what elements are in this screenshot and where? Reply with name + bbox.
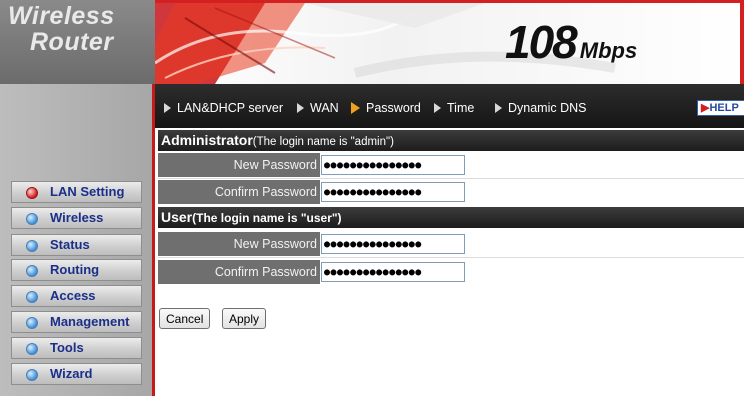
user-section-header: User(The login name is "user") bbox=[158, 207, 744, 228]
banner-graphic bbox=[155, 3, 744, 84]
sidebar-item-label: Access bbox=[50, 288, 96, 303]
sidebar: LAN Setting Wireless Status Routing Acce… bbox=[0, 84, 155, 396]
brand-line2: Router bbox=[30, 28, 114, 56]
sidebar-item-wireless[interactable]: Wireless bbox=[11, 207, 142, 229]
admin-confirm-password-label: Confirm Password bbox=[158, 180, 320, 204]
arrow-icon bbox=[164, 102, 171, 113]
nav-label: Time bbox=[447, 101, 475, 115]
sidebar-item-label: Wizard bbox=[50, 366, 93, 381]
sidebar-item-label: Tools bbox=[50, 340, 84, 355]
sidebar-item-wizard[interactable]: Wizard bbox=[11, 363, 142, 385]
row-divider bbox=[158, 257, 744, 258]
sidebar-item-lan-setting[interactable]: LAN Setting bbox=[11, 181, 142, 203]
admin-new-password-label: New Password bbox=[158, 153, 320, 177]
sidebar-item-label: LAN Setting bbox=[50, 184, 125, 199]
bullet-icon bbox=[26, 187, 38, 199]
main-content: Administrator(The login name is "admin")… bbox=[155, 128, 744, 396]
help-label: HELP bbox=[709, 102, 739, 114]
bullet-icon bbox=[26, 213, 38, 225]
cancel-button[interactable]: Cancel bbox=[159, 308, 211, 329]
brand-line1: Wireless bbox=[8, 2, 115, 30]
admin-section-header: Administrator(The login name is "admin") bbox=[158, 130, 744, 151]
sidebar-item-label: Wireless bbox=[50, 210, 104, 225]
user-subtitle: (The login name is "user") bbox=[192, 211, 342, 225]
nav-label: WAN bbox=[310, 101, 339, 115]
user-confirm-password-label: Confirm Password bbox=[158, 260, 320, 284]
top-nav: LAN&DHCP server WAN Password Time Dynami… bbox=[155, 84, 744, 128]
user-new-password-input[interactable] bbox=[321, 234, 465, 254]
arrow-icon bbox=[297, 102, 304, 113]
admin-confirm-password-input[interactable] bbox=[321, 182, 465, 202]
nav-label: LAN&DHCP server bbox=[177, 101, 284, 115]
bullet-icon bbox=[26, 317, 38, 329]
row-divider bbox=[158, 178, 744, 179]
sidebar-item-label: Status bbox=[50, 237, 90, 252]
user-confirm-password-input[interactable] bbox=[321, 262, 465, 282]
bullet-icon bbox=[26, 343, 38, 355]
nav-link-dynamic-dns[interactable]: Dynamic DNS bbox=[495, 101, 587, 115]
apply-button[interactable]: Apply bbox=[222, 308, 267, 329]
arrow-icon bbox=[351, 101, 360, 114]
nav-link-password[interactable]: Password bbox=[351, 101, 421, 115]
bullet-icon bbox=[26, 291, 38, 303]
sidebar-item-access[interactable]: Access bbox=[11, 285, 142, 307]
nav-label: Dynamic DNS bbox=[508, 101, 587, 115]
user-title: User bbox=[161, 209, 193, 225]
header-banner: 108 Mbps bbox=[155, 0, 744, 84]
sidebar-item-tools[interactable]: Tools bbox=[11, 337, 142, 359]
brand-logo: Wireless Router bbox=[0, 0, 155, 84]
nav-label: Password bbox=[366, 101, 421, 115]
sidebar-item-status[interactable]: Status bbox=[11, 234, 142, 256]
speed-unit: Mbps bbox=[579, 38, 638, 63]
user-new-password-label: New Password bbox=[158, 232, 320, 256]
sidebar-item-label: Routing bbox=[50, 262, 100, 277]
admin-subtitle: (The login name is "admin") bbox=[252, 136, 394, 148]
nav-link-time[interactable]: Time bbox=[434, 101, 474, 115]
help-button[interactable]: ▶HELP bbox=[697, 100, 744, 116]
bullet-icon bbox=[26, 240, 38, 252]
bullet-icon bbox=[26, 265, 38, 277]
speed-value: 108 bbox=[505, 16, 578, 68]
arrow-icon bbox=[495, 102, 502, 113]
sidebar-item-label: Management bbox=[50, 314, 130, 329]
arrow-icon bbox=[434, 102, 441, 113]
sidebar-item-routing[interactable]: Routing bbox=[11, 259, 142, 281]
nav-link-wan[interactable]: WAN bbox=[297, 101, 339, 115]
nav-link-lan-dhcp-server[interactable]: LAN&DHCP server bbox=[164, 101, 283, 115]
admin-title: Administrator bbox=[161, 132, 253, 148]
speed-label: 108 Mbps bbox=[505, 15, 637, 69]
admin-new-password-input[interactable] bbox=[321, 155, 465, 175]
bullet-icon bbox=[26, 369, 38, 381]
sidebar-item-management[interactable]: Management bbox=[11, 311, 142, 333]
